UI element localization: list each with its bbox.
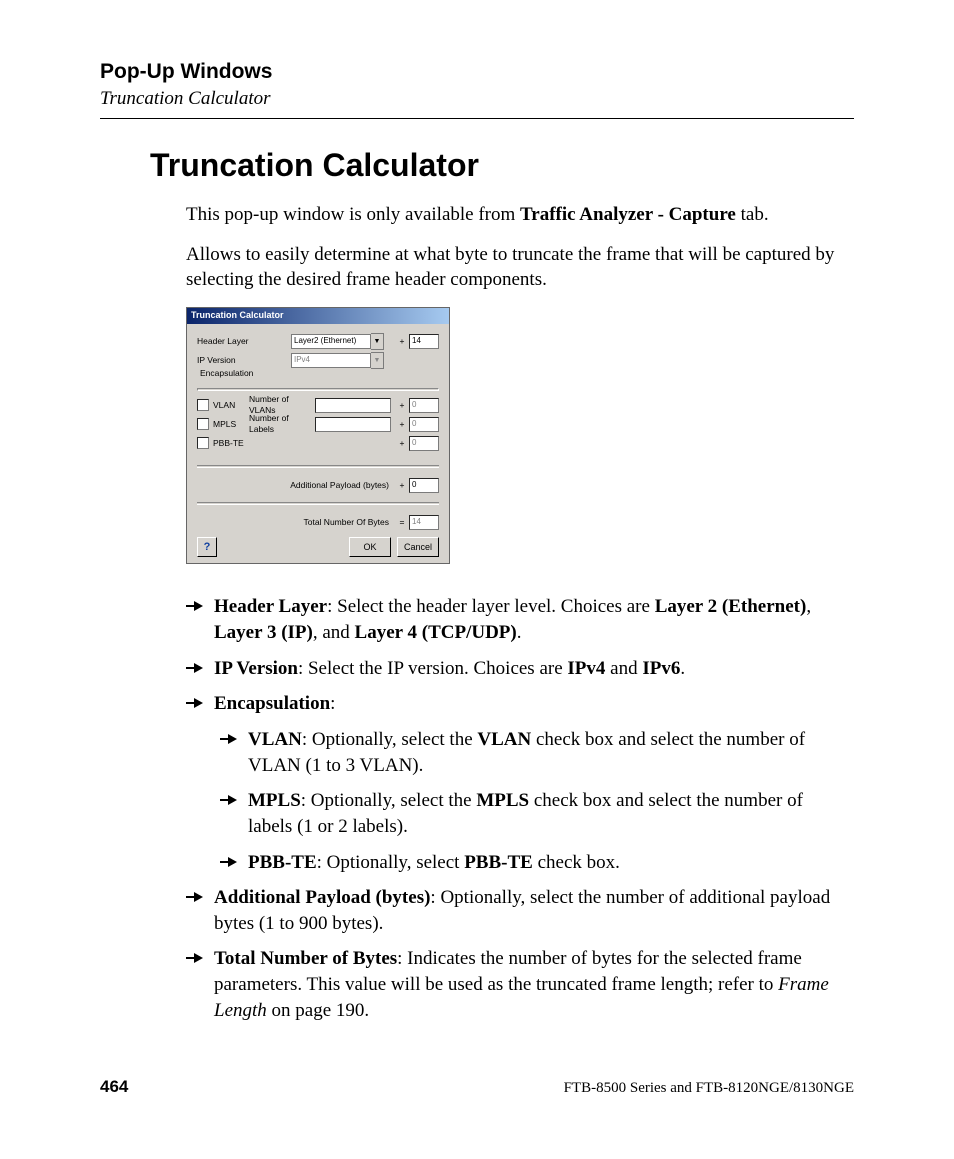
plus-icon: + (395, 419, 409, 430)
arrow-icon (220, 788, 248, 839)
intro-p2: Allows to easily determine at what byte … (186, 242, 850, 293)
plus-icon: + (395, 480, 409, 491)
bullet-vlan: VLAN: Optionally, select the VLAN check … (220, 727, 850, 778)
bullet-encapsulation: Encapsulation: (186, 691, 850, 717)
help-button[interactable]: ? (197, 537, 217, 557)
arrow-icon (186, 594, 214, 645)
mpls-checkbox[interactable] (197, 418, 209, 430)
running-header: Pop-Up Windows Truncation Calculator (100, 60, 854, 119)
ip-version-label: IP Version (197, 355, 291, 366)
pbbte-checkbox[interactable] (197, 437, 209, 449)
bullet-header-layer: Header Layer: Select the header layer le… (186, 594, 850, 645)
product-name: FTB-8500 Series and FTB-8120NGE/8130NGE (564, 1080, 854, 1097)
total-bytes-label: Total Number Of Bytes (303, 517, 389, 528)
additional-payload-label: Additional Payload (bytes) (290, 480, 389, 491)
total-bytes-value: 14 (409, 515, 439, 530)
chevron-down-icon[interactable]: ▼ (371, 333, 384, 350)
arrow-icon (186, 691, 214, 717)
header-rule (100, 118, 854, 119)
mpls-count-combo[interactable] (315, 417, 391, 432)
arrow-icon (186, 885, 214, 936)
encapsulation-label: Encapsulation (197, 368, 256, 379)
vlan-label: VLAN (213, 400, 249, 411)
page-footer: 464 FTB-8500 Series and FTB-8120NGE/8130… (100, 1077, 854, 1097)
arrow-icon (186, 946, 214, 1023)
header-layer-combo[interactable]: Layer2 (Ethernet) ▼ (291, 333, 384, 350)
header-section: Truncation Calculator (100, 88, 854, 110)
ok-button[interactable]: OK (349, 537, 391, 557)
arrow-icon (186, 656, 214, 682)
header-layer-bytes[interactable]: 14 (409, 334, 439, 349)
mpls-bytes: 0 (409, 417, 439, 432)
arrow-icon (220, 727, 248, 778)
mpls-count-label: Number of Labels (249, 413, 315, 436)
bullet-pbbte: PBB-TE: Optionally, select PBB-TE check … (220, 850, 850, 876)
plus-icon: + (395, 336, 409, 347)
page-title: Truncation Calculator (150, 147, 854, 184)
pbbte-bytes: 0 (409, 436, 439, 451)
pbbte-label: PBB-TE (213, 438, 249, 449)
equals-icon: = (395, 517, 409, 528)
vlan-checkbox[interactable] (197, 399, 209, 411)
header-chapter: Pop-Up Windows (100, 60, 854, 84)
additional-payload-value[interactable]: 0 (409, 478, 439, 493)
bullet-mpls: MPLS: Optionally, select the MPLS check … (220, 788, 850, 839)
chevron-down-icon: ▼ (371, 352, 384, 369)
bullet-ip-version: IP Version: Select the IP version. Choic… (186, 656, 850, 682)
bullet-additional-payload: Additional Payload (bytes): Optionally, … (186, 885, 850, 936)
bullet-total-bytes: Total Number of Bytes: Indicates the num… (186, 946, 850, 1023)
mpls-label: MPLS (213, 419, 249, 430)
plus-icon: + (395, 400, 409, 411)
cancel-button[interactable]: Cancel (397, 537, 439, 557)
ip-version-combo[interactable]: IPv4 ▼ (291, 352, 384, 369)
page-number: 464 (100, 1077, 128, 1097)
plus-icon: + (395, 438, 409, 449)
body-text: This pop-up window is only available fro… (186, 202, 850, 1023)
vlan-bytes: 0 (409, 398, 439, 413)
dialog-screenshot: Truncation Calculator Header Layer Layer… (186, 307, 450, 564)
header-layer-label: Header Layer (197, 336, 291, 347)
vlan-count-combo[interactable] (315, 398, 391, 413)
dialog-titlebar: Truncation Calculator (187, 308, 449, 324)
arrow-icon (220, 850, 248, 876)
intro-p1: This pop-up window is only available fro… (186, 202, 850, 228)
